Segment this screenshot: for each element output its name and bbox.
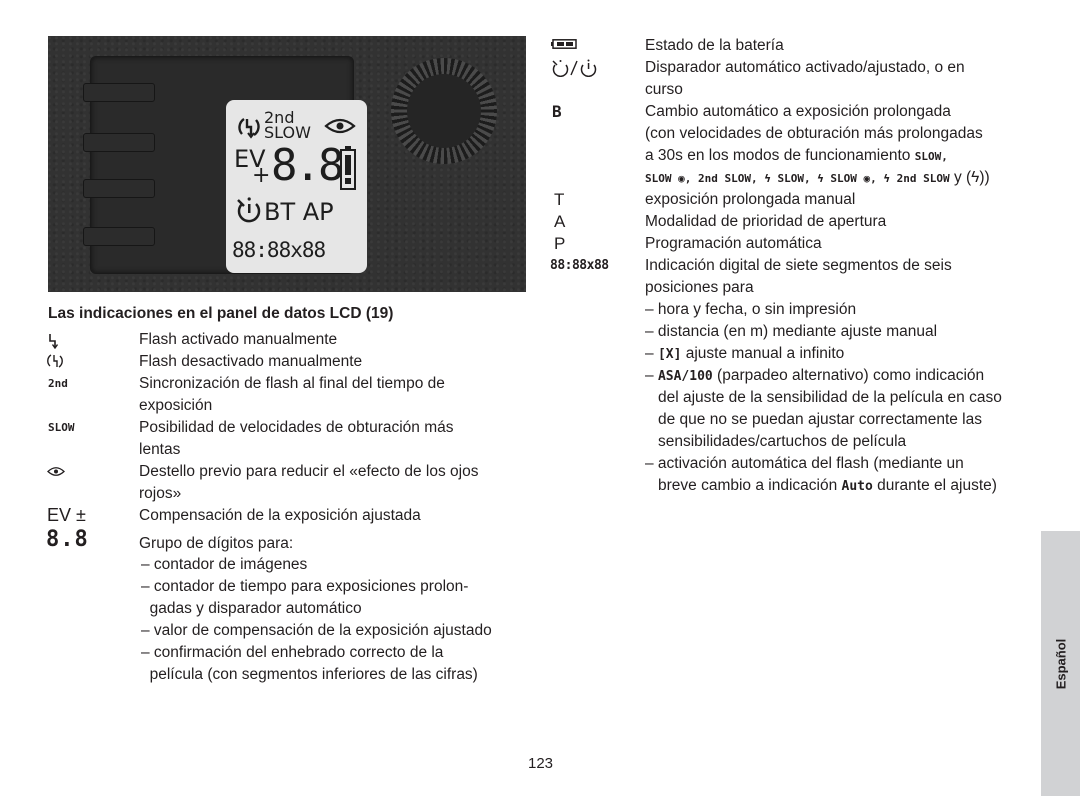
2nd-label: 2nd — [48, 377, 68, 390]
seg-description-line2: posiciones para — [645, 279, 754, 296]
slow-inline-label: SLOW, — [914, 150, 948, 163]
digits-list-item: – contador de imágenes — [141, 556, 308, 573]
b-line3-text: a 30s en los modos de funcionamiento — [645, 147, 915, 164]
mode-list-inline: SLOW ◉, 2nd SLOW, ϟ SLOW, ϟ SLOW ◉, ϟ 2n… — [645, 172, 950, 185]
a-label: A — [554, 212, 566, 231]
flash-icon — [49, 334, 58, 349]
b-description-line3: a 30s en los modos de funcionamiento SLO… — [645, 145, 948, 168]
slow-description-line2: lentas — [139, 441, 181, 458]
self-timer-description-line2: curso — [645, 81, 683, 98]
panel-fin — [83, 83, 155, 102]
conjunction: y — [949, 169, 967, 186]
flash-off-icon — [47, 354, 63, 368]
slow-label: SLOW — [48, 421, 75, 434]
eye-description-line2: rojos» — [139, 485, 182, 502]
seg-sub5-text: breve cambio a indicación — [658, 477, 842, 494]
lcd-seven-segment: 88:88x88 — [232, 238, 326, 262]
digits-list-item-cont: película (con segmentos inferiores de la… — [141, 666, 478, 683]
lcd-display: 2nd SLOW EV + 8.8 BT AP 88:88x88 — [226, 100, 367, 273]
seg-list-item: – activación automática del flash (media… — [645, 455, 964, 472]
digits-list-item: – confirmación del enhebrado correcto de… — [141, 644, 444, 661]
flash-off-icon — [238, 117, 260, 139]
seg-description-line1: Indicación digital de siete segmentos de… — [645, 257, 952, 274]
infinity-segment-label: [X] — [657, 347, 682, 362]
panel-fin — [83, 227, 155, 246]
2nd-description-line2: exposición — [139, 397, 213, 414]
seven-segment-label: 88:88x88 — [550, 258, 609, 273]
seg-list-item: – ASA/100 (parpadeo alternativo) como in… — [645, 365, 984, 388]
p-label: P — [554, 234, 566, 253]
language-tab: Español — [1041, 531, 1080, 796]
control-dial — [391, 58, 497, 164]
t-label: T — [554, 190, 565, 209]
battery-description: Estado de la batería — [645, 37, 784, 54]
auto-segment-label: Auto — [841, 479, 873, 494]
b-description-line2: (con velocidades de obturación más prolo… — [645, 125, 983, 142]
lcd-mode-letters: BT AP — [264, 198, 334, 226]
b-description-line1: Cambio automático a exposición prolongad… — [645, 103, 951, 120]
section-heading: Las indicaciones en el panel de datos LC… — [48, 305, 394, 322]
seg-list-item: – [X] ajuste manual a infinito — [645, 343, 844, 366]
seg-list-item-cont: sensibilidades/cartuchos de película — [658, 433, 907, 450]
battery-icon — [340, 146, 356, 190]
seg-list-item-cont: breve cambio a indicación Auto durante e… — [658, 475, 997, 498]
language-tab-label: Español — [1053, 638, 1068, 689]
ev-description: Compensación de la exposición ajustada — [139, 507, 421, 524]
digits-label: 8.8 — [46, 527, 89, 552]
panel-fin — [83, 133, 155, 152]
digits-list-item-cont: gadas y disparador automático — [141, 600, 362, 617]
eye-icon — [324, 118, 356, 134]
lcd-panel-plate: 2nd SLOW EV + 8.8 BT AP 88:88x88 — [83, 56, 367, 274]
dash: – — [645, 367, 658, 384]
lcd-digits: 8.8 — [271, 140, 345, 191]
seg-sub4-text: (parpadeo alternativo) como indicación — [712, 367, 985, 384]
2nd-description-line1: Sincronización de flash al final del tie… — [139, 375, 445, 392]
eye-icon — [47, 467, 65, 476]
b-label: B — [552, 102, 562, 121]
p-description: Programación automática — [645, 235, 822, 252]
seg-list-item: – hora y fecha, o sin impresión — [645, 301, 857, 318]
seg-list-item-cont: de que no se puedan ajustar correctament… — [658, 411, 982, 428]
eye-description-line1: Destello previo para reducir el «efecto … — [139, 463, 479, 480]
b-description-line4: SLOW ◉, 2nd SLOW, ϟ SLOW, ϟ SLOW ◉, ϟ 2n… — [645, 167, 990, 190]
ev-label: EV ± — [47, 505, 86, 525]
lcd-panel-photo: 2nd SLOW EV + 8.8 BT AP 88:88x88 — [48, 36, 526, 292]
digits-list-item: – contador de tiempo para exposiciones p… — [141, 578, 469, 595]
seg-list-item-cont: del ajuste de la sensibilidad de la pelí… — [658, 389, 1002, 406]
t-description: exposición prolongada manual — [645, 191, 856, 208]
seg-list-item: – distancia (en m) mediante ajuste manua… — [645, 323, 938, 340]
self-timer-icon — [552, 59, 597, 77]
page-number: 123 — [528, 755, 554, 772]
seg-sub5-text-end: durante el ajuste) — [872, 477, 997, 494]
a-description: Modalidad de prioridad de apertura — [645, 213, 887, 230]
asa-segment-label: ASA/100 — [657, 369, 713, 384]
flash-off-description: Flash desactivado manualmente — [139, 353, 363, 370]
lcd-slow: SLOW — [264, 123, 311, 142]
digits-description: Grupo de dígitos para: — [139, 535, 294, 552]
self-timer-description-line1: Disparador automático activado/ajustado,… — [645, 59, 965, 76]
lcd-plus: + — [252, 163, 271, 188]
flash-on-description: Flash activado manualmente — [139, 331, 338, 348]
slow-description-line1: Posibilidad de velocidades de obturación… — [139, 419, 454, 436]
self-timer-icon — [237, 197, 261, 223]
dash: – — [645, 345, 658, 362]
digits-list-item: – valor de compensación de la exposición… — [141, 622, 492, 639]
battery-icon — [551, 39, 577, 49]
panel-fin — [83, 179, 155, 198]
flash-off-inline: (ϟ)) — [966, 169, 990, 186]
seg-sub3-text: ajuste manual a infinito — [681, 345, 845, 362]
